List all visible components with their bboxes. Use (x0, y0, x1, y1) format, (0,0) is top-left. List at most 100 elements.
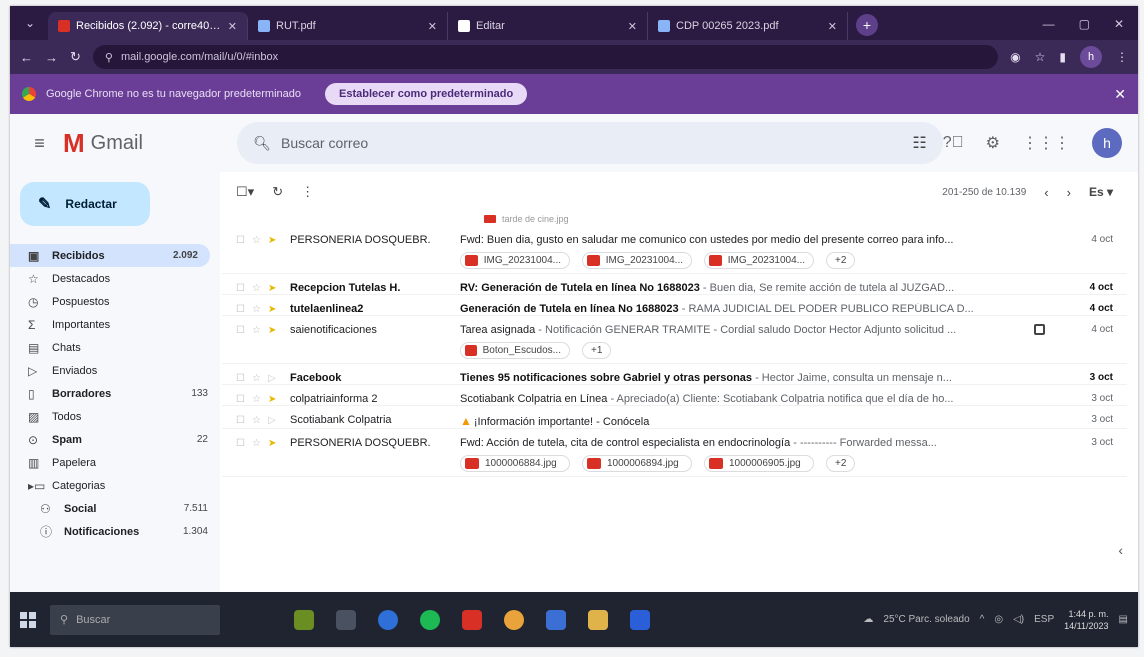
minimize-icon[interactable]: — (1043, 17, 1055, 31)
search-icon[interactable]: 🔍︎ (253, 135, 271, 152)
important-marker-icon[interactable]: ➤ (268, 437, 284, 449)
row-checkbox[interactable]: ☐ (236, 282, 252, 294)
row-checkbox[interactable]: ☐ (236, 234, 252, 246)
important-marker-icon[interactable]: ➤ (268, 393, 284, 405)
windows-start-icon[interactable] (20, 611, 36, 628)
spotify-icon[interactable] (420, 609, 440, 630)
sidebar-item-destacados[interactable]: ☆ Destacados (10, 267, 220, 290)
browser-tab[interactable]: RUT.pdf ✕ (248, 12, 448, 40)
star-icon[interactable]: ☆ (252, 303, 268, 315)
sidebar-item-enviados[interactable]: ▷ Enviados (10, 359, 220, 382)
close-tab-icon[interactable]: ✕ (428, 20, 437, 33)
widget-icon[interactable] (294, 609, 314, 630)
prev-page-icon[interactable]: ‹ (1044, 185, 1048, 200)
search-input[interactable]: Buscar correo (281, 135, 902, 151)
email-row[interactable]: ☐ ☆ ➤ saienotificaciones Tarea asignada … (222, 316, 1127, 364)
sidebar-item-chats[interactable]: ▤ Chats (10, 336, 220, 359)
browser-tab[interactable]: Editar ✕ (448, 12, 648, 40)
taskbar-search[interactable]: ⚲ Buscar (50, 604, 220, 635)
sidebar-item-notificaciones[interactable]: ⓘ Notificaciones 1.304 (10, 520, 220, 543)
email-row[interactable]: ☐ ☆ ➤ PERSONERIA DOSQUEBR. Fwd: Buen dia… (222, 226, 1127, 274)
language-indicator[interactable]: ESP (1034, 614, 1054, 625)
more-attachments-badge[interactable]: +1 (582, 342, 612, 359)
account-avatar[interactable]: h (1092, 128, 1122, 158)
close-infobar-icon[interactable]: ✕ (1114, 86, 1126, 103)
chrome-icon[interactable] (504, 609, 524, 630)
more-actions-icon[interactable]: ⋮ (301, 184, 314, 200)
word-icon[interactable] (630, 609, 650, 630)
sidebar-item-recibidos[interactable]: ▣ Recibidos 2.092 (10, 244, 210, 267)
file-explorer-icon[interactable] (588, 609, 608, 630)
url-field[interactable]: ⚲ mail.google.com/mail/u/0/#inbox (92, 45, 999, 69)
profile-avatar[interactable]: h (1080, 46, 1102, 68)
row-checkbox[interactable]: ☐ (236, 372, 252, 384)
notifications-icon[interactable]: ▤ (1119, 614, 1128, 625)
task-view-icon[interactable] (336, 609, 356, 630)
close-tab-icon[interactable]: ✕ (828, 20, 837, 33)
reload-icon[interactable]: ↻ (70, 49, 81, 65)
youtube-icon[interactable] (462, 609, 482, 630)
sidebar-item-papelera[interactable]: ▥ Papelera (10, 451, 220, 474)
row-checkbox[interactable]: ☐ (236, 393, 252, 405)
site-info-icon[interactable]: ⚲ (105, 51, 113, 64)
row-checkbox[interactable]: ☐ (236, 303, 252, 315)
sidebar-item-borradores[interactable]: ▯ Borradores 133 (10, 382, 220, 405)
email-row[interactable]: ☐ ☆ ➤ colpatriainforma 2 Scotiabank Colp… (222, 385, 1127, 406)
attachment-chip[interactable]: 1000006905.jpg (704, 455, 814, 472)
sidebar-item-categorias[interactable]: ▸▭ Categorias (10, 474, 220, 497)
email-row[interactable]: ☐ ☆ ▷ Scotiabank Colpatria ▲ ¡Información… (222, 406, 1127, 429)
back-icon[interactable]: ← (20, 50, 33, 65)
apps-grid-icon[interactable]: ⋮⋮⋮ (1022, 133, 1070, 153)
compose-button[interactable]: ✎ Redactar (20, 182, 150, 226)
row-checkbox[interactable]: ☐ (236, 324, 252, 336)
edge-icon[interactable] (378, 609, 398, 630)
important-marker-icon[interactable]: ▷ (268, 414, 284, 426)
star-icon[interactable]: ☆ (252, 372, 268, 384)
browser-tab[interactable]: CDP 00265 2023.pdf ✕ (648, 12, 848, 40)
maximize-icon[interactable]: ▢ (1079, 17, 1090, 31)
set-default-button[interactable]: Establecer como predeterminado (325, 83, 528, 105)
main-menu-icon[interactable]: ≡ (16, 133, 63, 154)
attachment-chip[interactable]: 1000006894.jpg (582, 455, 692, 472)
email-row[interactable]: ☐ ☆ ➤ tutelaenlinea2 Generación de Tutel… (222, 295, 1127, 316)
important-marker-icon[interactable]: ➤ (268, 324, 284, 336)
attachment-chip[interactable]: IMG_20231004... (704, 252, 814, 269)
sidebar-item-todos[interactable]: ▨ Todos (10, 405, 220, 428)
row-checkbox[interactable]: ☐ (236, 437, 252, 449)
select-all-checkbox[interactable]: ☐▾ (236, 184, 254, 200)
attachment-chip[interactable]: 1000006884.jpg (460, 455, 570, 472)
search-options-icon[interactable]: ☷ (912, 133, 926, 153)
more-attachments-badge[interactable]: +2 (826, 455, 856, 472)
next-page-icon[interactable]: › (1067, 185, 1071, 200)
bookmark-star-icon[interactable]: ☆ (1035, 50, 1046, 64)
star-icon[interactable]: ☆ (252, 324, 268, 336)
search-bar[interactable]: 🔍︎ Buscar correo ☷ (237, 122, 943, 164)
attachment-chip[interactable]: Boton_Escudos... (460, 342, 570, 359)
email-row[interactable]: ☐ ☆ ➤ PERSONERIA DOSQUEBR. Fwd: Acción d… (222, 429, 1127, 477)
email-row[interactable]: ☐ ☆ ▷ Facebook Tienes 95 notificaciones … (222, 364, 1127, 385)
new-tab-button[interactable]: + (856, 14, 878, 36)
sidebar-item-pospuestos[interactable]: ◷ Pospuestos (10, 290, 220, 313)
refresh-icon[interactable]: ↻ (272, 184, 283, 200)
chrome-menu-icon[interactable]: ⋮ (1116, 50, 1128, 64)
close-tab-icon[interactable]: ✕ (628, 20, 637, 33)
tab-search-icon[interactable]: ⌄ (18, 11, 42, 35)
star-icon[interactable]: ☆ (252, 282, 268, 294)
row-checkbox[interactable]: ☐ (236, 414, 252, 426)
store-icon[interactable] (546, 609, 566, 630)
forward-icon[interactable]: → (45, 50, 58, 65)
tray-arrow-icon[interactable]: ^ (980, 614, 985, 625)
input-language-selector[interactable]: Es ▾ (1089, 185, 1113, 199)
settings-gear-icon[interactable]: ⚙ (986, 133, 1000, 153)
extension-icon[interactable]: ◉ (1010, 50, 1020, 64)
star-icon[interactable]: ☆ (252, 437, 268, 449)
close-window-icon[interactable]: ✕ (1114, 17, 1124, 31)
star-icon[interactable]: ☆ (252, 414, 268, 426)
star-icon[interactable]: ☆ (252, 234, 268, 246)
important-marker-icon[interactable]: ▷ (268, 372, 284, 384)
help-icon[interactable]: ?⃝ (943, 134, 964, 152)
star-icon[interactable]: ☆ (252, 393, 268, 405)
clock[interactable]: 1:44 p. m. 14/11/2023 (1064, 608, 1108, 632)
weather-text[interactable]: 25°C Parc. soleado (883, 614, 969, 625)
sidebar-item-social[interactable]: ⚇ Social 7.511 (10, 497, 220, 520)
